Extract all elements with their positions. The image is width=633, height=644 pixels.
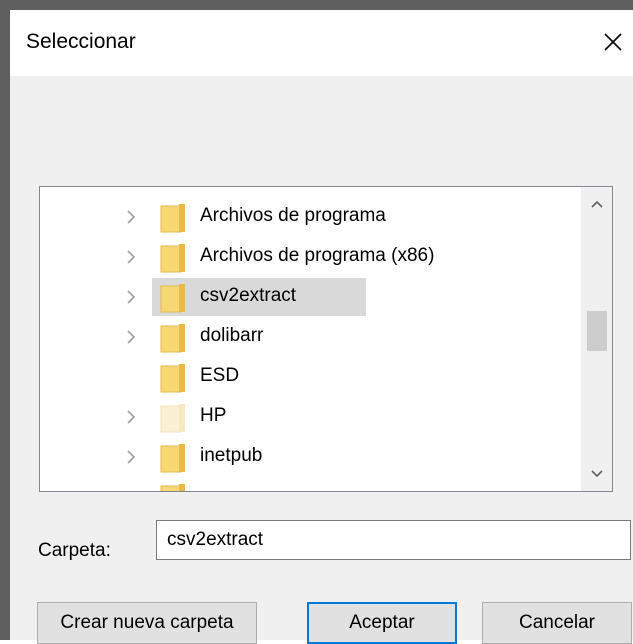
chevron-right-icon[interactable] bbox=[122, 208, 140, 226]
dialog-title: Seleccionar bbox=[26, 30, 136, 53]
scroll-up-button[interactable] bbox=[581, 187, 612, 221]
tree-item[interactable] bbox=[40, 477, 580, 491]
folder-icon bbox=[160, 484, 185, 491]
tree-item[interactable]: dolibarr bbox=[40, 317, 580, 355]
folder-icon bbox=[160, 404, 185, 433]
vertical-scrollbar[interactable] bbox=[581, 187, 612, 491]
chevron-right-icon[interactable] bbox=[122, 248, 140, 266]
chevron-right-icon[interactable] bbox=[122, 288, 140, 306]
chevron-right-icon[interactable] bbox=[122, 328, 140, 346]
cancel-button[interactable]: Cancelar bbox=[482, 602, 632, 644]
tree-item-label: dolibarr bbox=[200, 325, 264, 346]
chevron-right-icon[interactable] bbox=[122, 448, 140, 466]
tree-item[interactable]: ESD bbox=[40, 357, 580, 395]
tree-item-label: Archivos de programa bbox=[200, 205, 386, 226]
new-folder-button[interactable]: Crear nueva carpeta bbox=[37, 602, 257, 644]
tree-item-label: ESD bbox=[200, 365, 240, 386]
tree-item[interactable]: HP bbox=[40, 397, 580, 435]
close-button[interactable] bbox=[593, 22, 633, 62]
tree-item[interactable]: Archivos de programa bbox=[40, 197, 580, 235]
close-icon bbox=[604, 33, 622, 51]
folder-icon bbox=[160, 244, 185, 273]
tree-item-label: inetpub bbox=[200, 445, 263, 466]
chevron-down-icon bbox=[590, 470, 603, 478]
tree-item[interactable]: Archivos de programa (x86) bbox=[40, 237, 580, 275]
folder-icon bbox=[160, 364, 185, 393]
tree-item[interactable]: csv2extract bbox=[40, 277, 580, 316]
tree-item[interactable]: inetpub bbox=[40, 437, 580, 475]
chevron-right-icon[interactable] bbox=[122, 408, 140, 426]
folder-icon bbox=[160, 284, 185, 313]
folder-select-dialog: Seleccionar Archivos de programa Archivos… bbox=[0, 0, 633, 644]
folder-icon bbox=[160, 444, 185, 473]
folder-field-label: Carpeta: bbox=[38, 540, 111, 561]
chevron-up-icon bbox=[590, 200, 603, 208]
accept-button[interactable]: Aceptar bbox=[307, 602, 457, 644]
tree-item-label: HP bbox=[200, 405, 227, 426]
tree-item-label: csv2extract bbox=[200, 285, 297, 306]
tree-item-label: Archivos de programa (x86) bbox=[200, 245, 435, 266]
folder-icon bbox=[160, 204, 185, 233]
folder-name-input[interactable] bbox=[156, 520, 631, 560]
scroll-down-button[interactable] bbox=[581, 457, 612, 491]
scrollbar-thumb[interactable] bbox=[587, 311, 607, 351]
folder-tree[interactable]: Archivos de programa Archivos de programa… bbox=[39, 186, 613, 492]
folder-icon bbox=[160, 324, 185, 353]
title-bar: Seleccionar bbox=[10, 10, 633, 76]
